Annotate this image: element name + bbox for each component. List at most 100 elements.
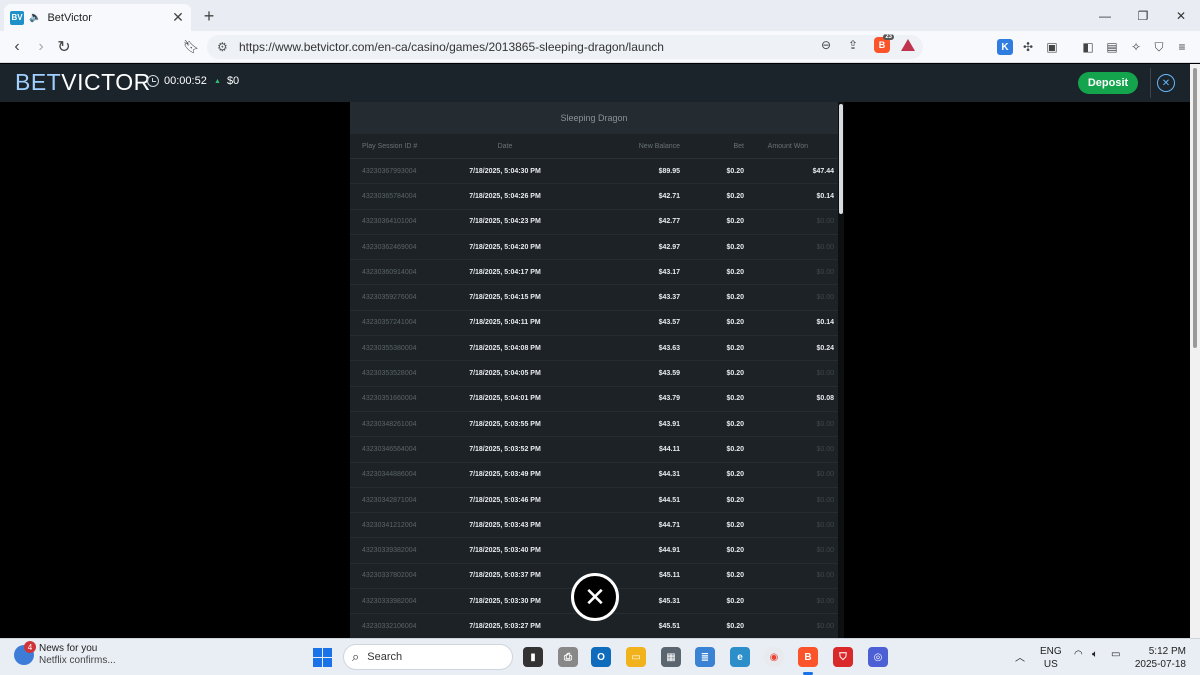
close-overlay-icon[interactable]: ✕ <box>571 573 619 621</box>
tab-close-icon[interactable]: ✕ <box>171 9 185 26</box>
volume-icon[interactable]: 🔈︎ <box>1092 649 1098 660</box>
date-cell: 7/18/2025, 5:04:01 PM <box>469 395 541 403</box>
clock-icon <box>147 75 159 87</box>
tab-title: BetVictor <box>47 11 92 24</box>
date-cell: 7/18/2025, 5:03:30 PM <box>469 597 541 605</box>
chrome-icon[interactable]: ◉ <box>764 647 784 667</box>
table-row[interactable]: 43230348261004 7/18/2025, 5:03:55 PM $43.9… <box>350 412 838 438</box>
session-id-cell: 43230365784004 <box>362 192 417 200</box>
minimize-button[interactable]: — <box>1086 0 1124 31</box>
speaker-icon[interactable]: 🔈 <box>29 12 41 23</box>
table-row[interactable]: 43230367993004 7/18/2025, 5:04:30 PM $89.9… <box>350 159 838 185</box>
leo-ai-icon[interactable]: ✧ <box>1128 39 1144 55</box>
date-cell: 7/18/2025, 5:03:37 PM <box>469 572 541 580</box>
table-row[interactable]: 43230353528004 7/18/2025, 5:04:05 PM $43.5… <box>350 361 838 387</box>
history-scrollbar[interactable] <box>838 102 844 638</box>
browser-tab-betvictor[interactable]: BV 🔈 BetVictor ✕ <box>4 4 191 31</box>
windows-start-icon[interactable] <box>313 648 332 667</box>
menu-icon[interactable]: ≡ <box>1174 39 1190 55</box>
history-table-header: Play Session ID # Date New Balance Bet A… <box>350 134 838 159</box>
battery-icon[interactable]: ▭ <box>1111 649 1120 660</box>
bet-cell: $0.20 <box>726 243 744 251</box>
amount-won-cell: $0.00 <box>816 420 834 428</box>
close-window-button[interactable]: ✕ <box>1162 0 1200 31</box>
table-row[interactable]: 43230346564004 7/18/2025, 5:03:52 PM $44.1… <box>350 437 838 463</box>
page-scrollbar[interactable] <box>1190 64 1200 638</box>
table-row[interactable]: 43230362469004 7/18/2025, 5:04:20 PM $42.9… <box>350 235 838 261</box>
table-row[interactable]: 43230357241004 7/18/2025, 5:04:11 PM $43.5… <box>350 311 838 337</box>
back-arrow-icon[interactable]: ‹ <box>8 38 26 56</box>
search-label: Search <box>367 651 403 663</box>
table-row[interactable]: 43230359276004 7/18/2025, 5:04:15 PM $43.3… <box>350 285 838 311</box>
brave-shields-icon[interactable]: B 23 <box>874 34 894 53</box>
session-id-cell: 43230332106004 <box>362 622 417 630</box>
new-balance-cell: $43.79 <box>658 395 680 403</box>
bet-cell: $0.20 <box>726 496 744 504</box>
edge-browser-icon[interactable]: e <box>730 647 750 667</box>
wifi-icon[interactable]: ◠ <box>1074 649 1083 660</box>
deposit-button[interactable]: Deposit <box>1078 72 1138 94</box>
notepad-icon[interactable]: ≣ <box>695 647 715 667</box>
bet-cell: $0.20 <box>726 294 744 302</box>
reload-icon[interactable]: ↻ <box>55 38 73 56</box>
file-explorer-icon[interactable]: ▭ <box>626 647 646 667</box>
language-indicator[interactable]: ENG US <box>1040 645 1062 671</box>
new-balance-cell: $43.17 <box>658 268 680 276</box>
brave-rewards-icon[interactable] <box>900 37 916 53</box>
brave-taskbar-icon[interactable]: B <box>798 647 818 667</box>
amount-won-cell: $0.14 <box>816 319 834 327</box>
outlook-icon[interactable]: O <box>591 647 611 667</box>
zoom-icon[interactable]: ⊖ <box>818 37 834 53</box>
betvictor-logo[interactable]: BETVICTOR <box>15 69 151 96</box>
reader-mode-icon[interactable]: ▣ <box>1044 39 1060 55</box>
restore-button[interactable]: ❐ <box>1124 0 1162 31</box>
session-id-cell: 43230353528004 <box>362 370 417 378</box>
address-bar[interactable]: ⚙ https://www.betvictor.com/en-ca/casino… <box>207 35 923 59</box>
kaspersky-extension-icon[interactable]: K <box>997 39 1013 55</box>
calculator-icon[interactable]: ▦ <box>661 647 681 667</box>
table-row[interactable]: 43230342871004 7/18/2025, 5:03:46 PM $44.5… <box>350 488 838 514</box>
table-row[interactable]: 43230355380004 7/18/2025, 5:04:08 PM $43.6… <box>350 336 838 362</box>
vpn-shield-icon[interactable]: ⛉ <box>1151 39 1167 55</box>
extensions-puzzle-icon[interactable]: ✣ <box>1020 39 1036 55</box>
history-scrollbar-thumb[interactable] <box>839 104 843 214</box>
new-balance-cell: $43.59 <box>658 370 680 378</box>
show-hidden-icons-chevron-icon[interactable]: ︿ <box>1015 649 1025 664</box>
sidebar-toggle-icon[interactable]: ◧ <box>1080 39 1096 55</box>
shield-app-icon[interactable]: ⛉ <box>833 647 853 667</box>
date-cell: 7/18/2025, 5:04:15 PM <box>469 294 541 302</box>
vpn-app-icon[interactable]: ◎ <box>868 647 888 667</box>
date-cell: 7/18/2025, 5:04:23 PM <box>469 218 541 226</box>
printer-app-icon[interactable]: ⎙ <box>558 647 578 667</box>
browser-toolbar: ‹ › ↻ 🔖︎ ⚙ https://www.betvictor.com/en-… <box>0 31 1200 63</box>
session-balance-value: $0 <box>226 75 240 87</box>
session-timer: 00:00:52 <box>147 75 207 87</box>
site-info-icon[interactable]: ⚙ <box>217 40 233 54</box>
date-cell: 7/18/2025, 5:04:20 PM <box>469 243 541 251</box>
table-row[interactable]: 43230344886004 7/18/2025, 5:03:49 PM $44.3… <box>350 463 838 488</box>
date-cell: 7/18/2025, 5:04:30 PM <box>469 167 541 175</box>
new-balance-cell: $43.57 <box>658 319 680 327</box>
wallet-icon[interactable]: ▤ <box>1104 39 1120 55</box>
table-row[interactable]: 43230341212004 7/18/2025, 5:03:43 PM $44.7… <box>350 513 838 539</box>
history-table-body: 43230367993004 7/18/2025, 5:04:30 PM $89.9… <box>350 159 838 638</box>
page-scrollbar-thumb[interactable] <box>1193 68 1197 348</box>
system-clock[interactable]: 5:12 PM 2025-07-18 <box>1134 645 1186 671</box>
new-tab-button[interactable]: + <box>200 6 218 27</box>
bet-cell: $0.20 <box>726 268 744 276</box>
table-row[interactable]: 43230364101004 7/18/2025, 5:04:23 PM $42.7… <box>350 210 838 235</box>
bookmark-icon[interactable]: 🔖︎ <box>182 38 200 56</box>
shield-count-badge: 23 <box>883 34 894 40</box>
table-row[interactable]: 43230360914004 7/18/2025, 5:04:17 PM $43.1… <box>350 260 838 286</box>
table-row[interactable]: 43230351660004 7/18/2025, 5:04:01 PM $43.7… <box>350 387 838 412</box>
forward-arrow-icon[interactable]: › <box>32 38 50 56</box>
taskbar-search[interactable]: ⌕ Search <box>343 644 513 670</box>
table-row[interactable]: 43230339382004 7/18/2025, 5:03:40 PM $44.9… <box>350 538 838 564</box>
table-row[interactable]: 43230365784004 7/18/2025, 5:04:26 PM $42.7… <box>350 184 838 210</box>
news-widget[interactable]: 4 News for you Netflix confirms... <box>14 641 116 667</box>
session-id-cell: 43230351660004 <box>362 395 417 403</box>
share-icon[interactable]: ⇪ <box>845 37 861 53</box>
header-divider <box>1150 68 1151 98</box>
close-game-icon[interactable]: ✕ <box>1157 74 1175 92</box>
task-view-icon[interactable]: ▮ <box>523 647 543 667</box>
